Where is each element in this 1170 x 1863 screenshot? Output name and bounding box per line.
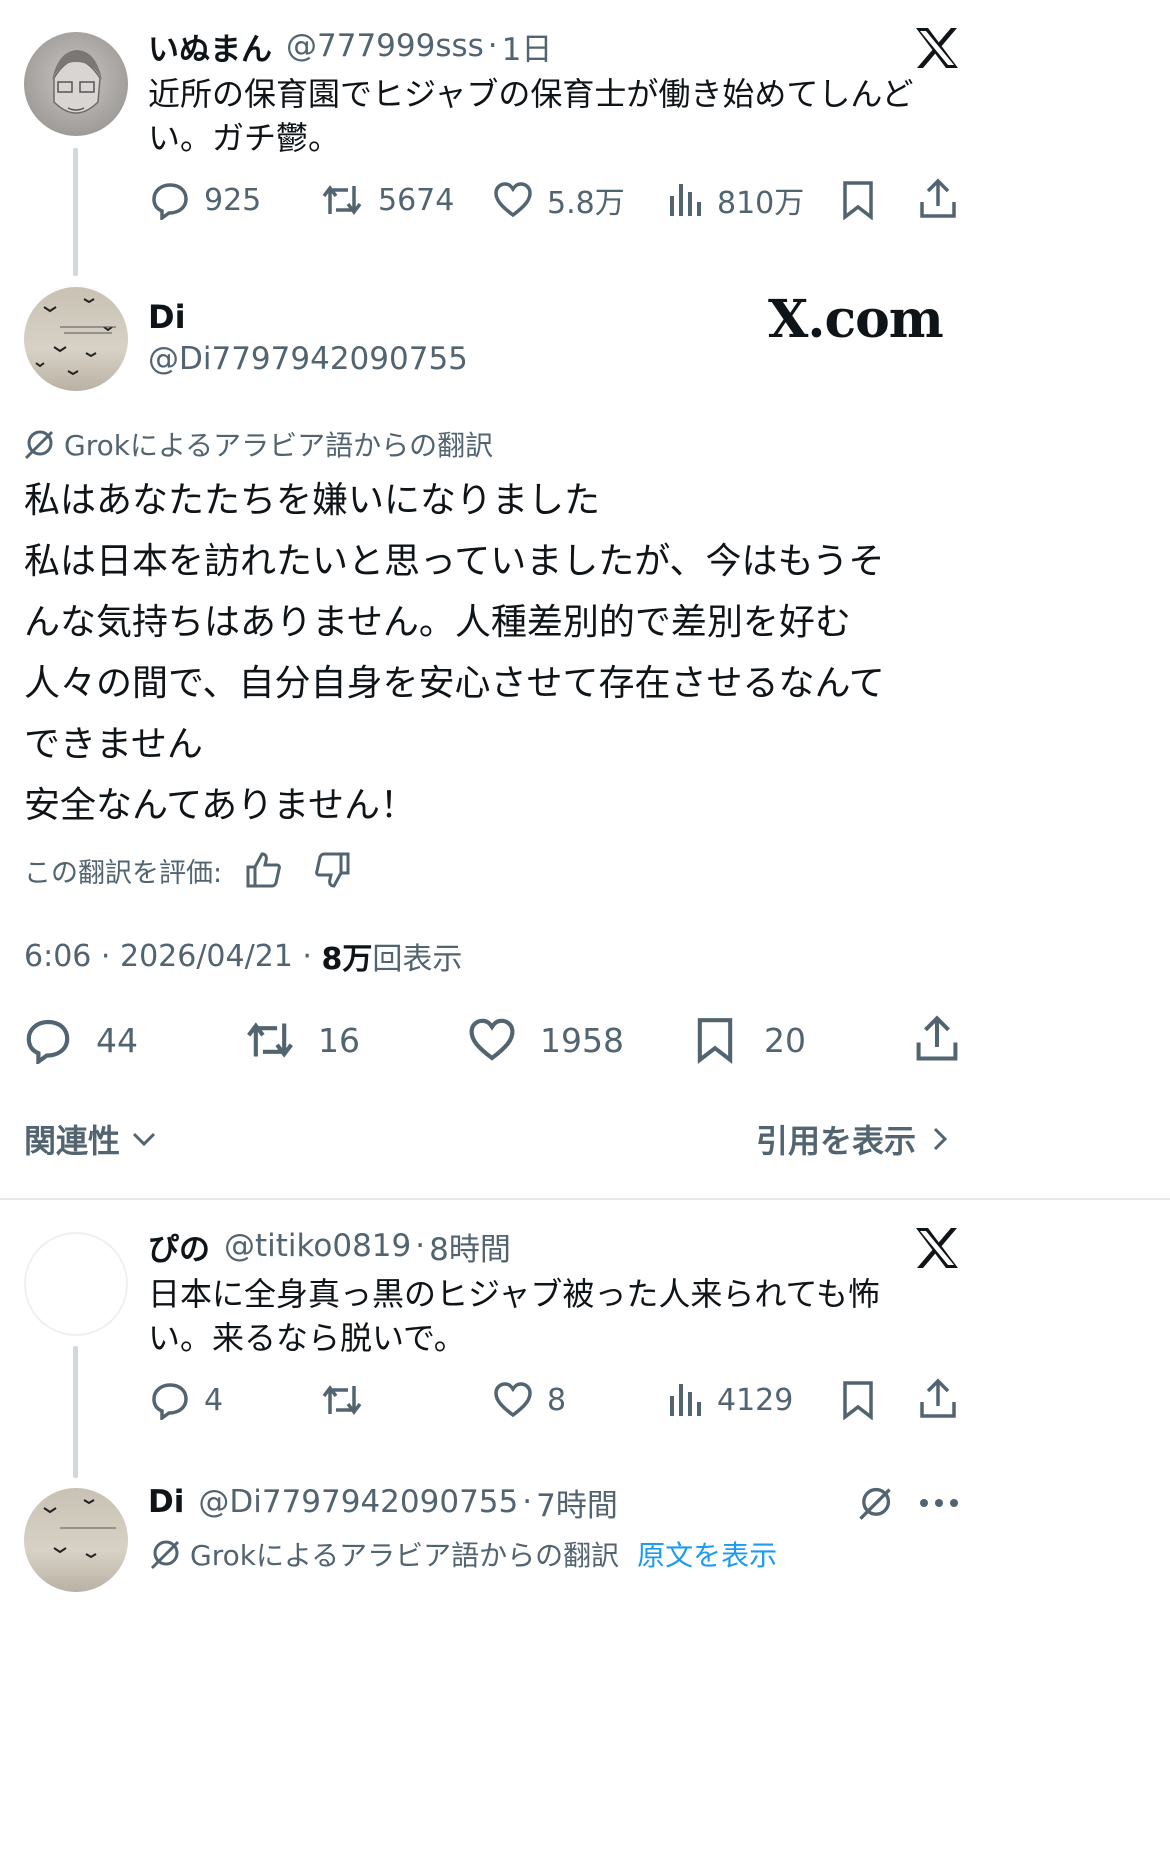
tweet-text-line: 近所の保育園でヒジャブの保育士が働き始めてしんど xyxy=(148,75,914,113)
chevron-right-icon xyxy=(928,1125,952,1153)
x-com-watermark: X.com xyxy=(768,289,944,350)
reply-icon xyxy=(150,1380,190,1420)
tweet-text-line: んな気持ちはありません。人種差別的で差別を好む xyxy=(24,602,851,643)
reply-count: 44 xyxy=(96,1020,138,1060)
like-icon xyxy=(493,180,533,220)
author-name[interactable]: ぴの xyxy=(148,1224,210,1269)
tweet-body: 私はあなたたちを嫌いになりました 私は日本を訪れたいと思っていましたが、今はもう… xyxy=(24,470,885,836)
separator: · xyxy=(522,1484,533,1520)
reply-icon xyxy=(150,180,190,220)
like-count: 5.8万 xyxy=(547,186,625,221)
thumbs-up-icon[interactable] xyxy=(244,851,282,889)
like-count: 8 xyxy=(547,1382,567,1418)
more-icon[interactable] xyxy=(918,1490,960,1516)
sort-dropdown[interactable]: 関連性 xyxy=(24,1118,158,1160)
author-name[interactable]: Di xyxy=(148,296,186,338)
like-button[interactable]: 5.8万 xyxy=(493,180,625,221)
author-name[interactable]: いぬまん xyxy=(148,24,272,69)
reply-button[interactable]: 4 xyxy=(150,1380,223,1420)
author-handle[interactable]: @Di7797942090755 xyxy=(148,338,468,380)
author-name[interactable]: Di xyxy=(148,1484,184,1520)
share-icon[interactable] xyxy=(918,1378,958,1420)
tweet-text-line: できません xyxy=(24,724,203,765)
bookmark-count: 20 xyxy=(764,1020,806,1060)
x-logo-icon[interactable] xyxy=(914,26,960,70)
grok-icon xyxy=(22,427,56,461)
tweet-text-line: い。ガチ鬱。 xyxy=(148,119,341,157)
retweet-button[interactable]: 5674 xyxy=(320,180,454,220)
views-count: 810万 xyxy=(717,186,805,221)
views-button[interactable]: 810万 xyxy=(667,180,805,221)
grok-translation-label: Grokによるアラビア語からの翻訳 xyxy=(64,429,494,462)
view-quotes-label: 引用を表示 xyxy=(756,1122,917,1160)
bookmark-icon[interactable] xyxy=(840,1380,876,1420)
grok-translation-label: Grokによるアラビア語からの翻訳 xyxy=(190,1539,620,1572)
reply-count: 925 xyxy=(204,182,262,218)
reply-count: 4 xyxy=(204,1382,224,1418)
retweet-icon xyxy=(320,180,364,220)
reply-icon xyxy=(24,1016,72,1064)
rate-translation-label: この翻訳を評価: xyxy=(24,857,223,889)
tweet-text: 近所の保育園でヒジャブの保育士が働き始めてしんど い。ガチ鬱。 xyxy=(148,72,913,160)
tweet-text-line: 人々の間で、自分自身を安心させて存在させるなんて xyxy=(24,663,885,704)
x-logo-icon[interactable] xyxy=(914,1226,960,1270)
tweet-text-line: 日本に全身真っ黒のヒジャブ被った人来られても怖 xyxy=(148,1275,880,1313)
retweet-button[interactable] xyxy=(320,1380,364,1420)
views-icon xyxy=(667,1380,703,1420)
chevron-down-icon xyxy=(130,1125,158,1153)
avatar[interactable] xyxy=(24,1232,128,1336)
avatar[interactable] xyxy=(24,1488,128,1592)
view-quotes-link[interactable]: 引用を表示 xyxy=(756,1118,952,1160)
views-count: 4129 xyxy=(717,1382,794,1418)
tweet-text-line: 私は日本を訪れたいと思っていましたが、今はもうそ xyxy=(24,541,885,582)
show-original-link[interactable]: 原文を表示 xyxy=(637,1534,777,1574)
tweet-text-line: い。来るなら脱いで。 xyxy=(148,1319,466,1357)
author-handle[interactable]: @titiko0819 xyxy=(224,1228,411,1264)
post-time[interactable]: 8時間 xyxy=(429,1224,511,1269)
post-time[interactable]: 7時間 xyxy=(536,1480,618,1525)
author-handle[interactable]: @Di7797942090755 xyxy=(198,1484,518,1520)
tweet-text: 日本に全身真っ黒のヒジャブ被った人来られても怖 い。来るなら脱いで。 xyxy=(148,1272,880,1360)
separator: · xyxy=(487,28,498,64)
post-time[interactable]: 1日 xyxy=(502,24,553,69)
like-icon xyxy=(468,1016,516,1064)
like-button[interactable]: 8 xyxy=(493,1380,566,1420)
views-icon xyxy=(667,180,703,220)
tweet-text-line: 安全なんてありません！ xyxy=(24,785,417,826)
reply-button[interactable]: 925 xyxy=(150,180,261,220)
post-timestamp[interactable]: 6:06 · 2026/04/21 · xyxy=(24,939,322,974)
retweet-button[interactable]: 16 xyxy=(244,1016,360,1064)
thumbs-down-icon[interactable] xyxy=(314,851,352,889)
sort-label: 関連性 xyxy=(24,1122,121,1160)
bookmark-icon[interactable] xyxy=(840,180,876,220)
avatar[interactable] xyxy=(24,32,128,136)
avatar[interactable] xyxy=(24,287,128,391)
bookmark-icon xyxy=(694,1016,736,1064)
view-count: 8万 xyxy=(321,942,373,977)
share-icon[interactable] xyxy=(918,178,958,220)
like-count: 1958 xyxy=(540,1020,624,1060)
separator: · xyxy=(415,1228,426,1264)
like-icon xyxy=(493,1380,533,1420)
tweet-text-line: 私はあなたたちを嫌いになりました xyxy=(24,480,601,521)
share-icon[interactable] xyxy=(914,1014,960,1064)
retweet-icon xyxy=(244,1016,296,1064)
bookmark-button[interactable]: 20 xyxy=(694,1016,806,1064)
like-button[interactable]: 1958 xyxy=(468,1016,624,1064)
views-button[interactable]: 4129 xyxy=(667,1380,793,1420)
retweet-count: 5674 xyxy=(378,182,455,218)
grok-icon xyxy=(148,1537,182,1571)
author-handle[interactable]: @777999sss xyxy=(286,28,484,64)
retweet-icon xyxy=(320,1380,364,1420)
view-count-label: 回表示 xyxy=(372,942,463,977)
retweet-count: 16 xyxy=(318,1020,360,1060)
thread-line xyxy=(73,148,78,276)
reply-button[interactable]: 44 xyxy=(24,1016,138,1064)
thread-line xyxy=(73,1346,78,1478)
grok-icon[interactable] xyxy=(856,1484,894,1522)
divider xyxy=(0,1198,1170,1200)
